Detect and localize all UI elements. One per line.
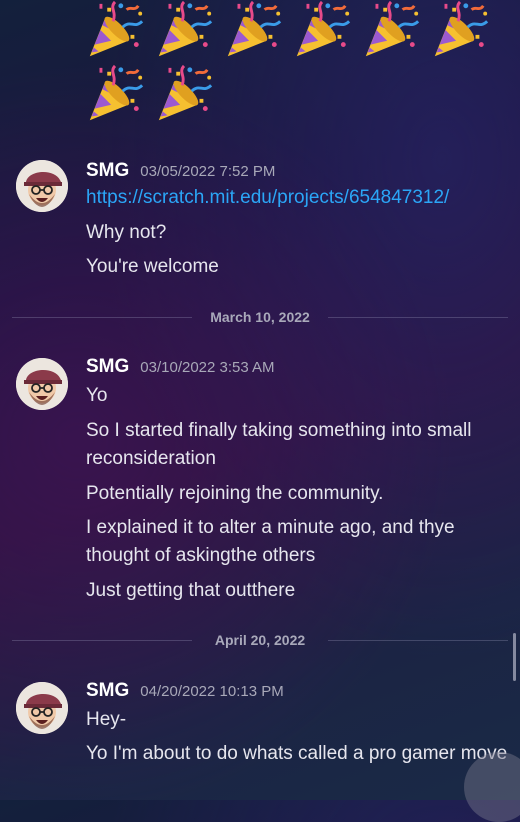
avatar[interactable] <box>16 358 68 410</box>
divider-line <box>328 317 508 318</box>
username[interactable]: SMG <box>86 680 129 702</box>
party-popper-icon <box>296 0 351 57</box>
date-divider: April 20, 2022 <box>12 631 508 651</box>
party-popper-icon <box>158 64 213 121</box>
avatar[interactable] <box>16 160 68 212</box>
message-text: So I started finally taking something in… <box>86 420 472 469</box>
avatar-image <box>16 358 68 410</box>
divider-line <box>328 640 508 641</box>
message-header: SMG 03/05/2022 7:52 PM <box>86 160 275 182</box>
date-divider: March 10, 2022 <box>12 308 508 328</box>
message-text: Hey- <box>86 709 127 730</box>
message-text: Yo <box>86 385 108 406</box>
avatar-image <box>16 682 68 734</box>
message-text: Potentially rejoining the community. <box>86 483 384 504</box>
message-header: SMG 03/10/2022 3:53 AM <box>86 356 275 378</box>
message-text: Why not? <box>86 222 167 243</box>
message-link[interactable]: https://scratch.mit.edu/projects/6548473… <box>86 184 510 212</box>
party-popper-icon <box>227 0 282 57</box>
message-header: SMG 04/20/2022 10:13 PM <box>86 680 284 702</box>
avatar[interactable] <box>16 682 68 734</box>
username[interactable]: SMG <box>86 160 129 182</box>
party-popper-icon <box>89 0 144 57</box>
party-popper-emoji-group <box>84 0 504 128</box>
party-popper-icon <box>158 0 213 57</box>
avatar-image <box>16 160 68 212</box>
message-text: Yo I'm about to do whats called a pro ga… <box>86 743 508 764</box>
timestamp: 03/10/2022 3:53 AM <box>140 359 275 376</box>
party-popper-icon <box>365 0 420 57</box>
username[interactable]: SMG <box>86 356 129 378</box>
message-text: I explained it to alter a minute ago, an… <box>86 517 455 566</box>
jump-to-present-button[interactable] <box>464 752 520 822</box>
scrollbar-thumb[interactable] <box>513 633 516 681</box>
message-text: You're welcome <box>86 256 219 277</box>
timestamp: 04/20/2022 10:13 PM <box>140 683 284 700</box>
party-popper-icon <box>89 64 144 121</box>
message-text: Just getting that outthere <box>86 580 296 601</box>
party-popper-icon <box>434 0 489 57</box>
timestamp: 03/05/2022 7:52 PM <box>140 163 276 180</box>
